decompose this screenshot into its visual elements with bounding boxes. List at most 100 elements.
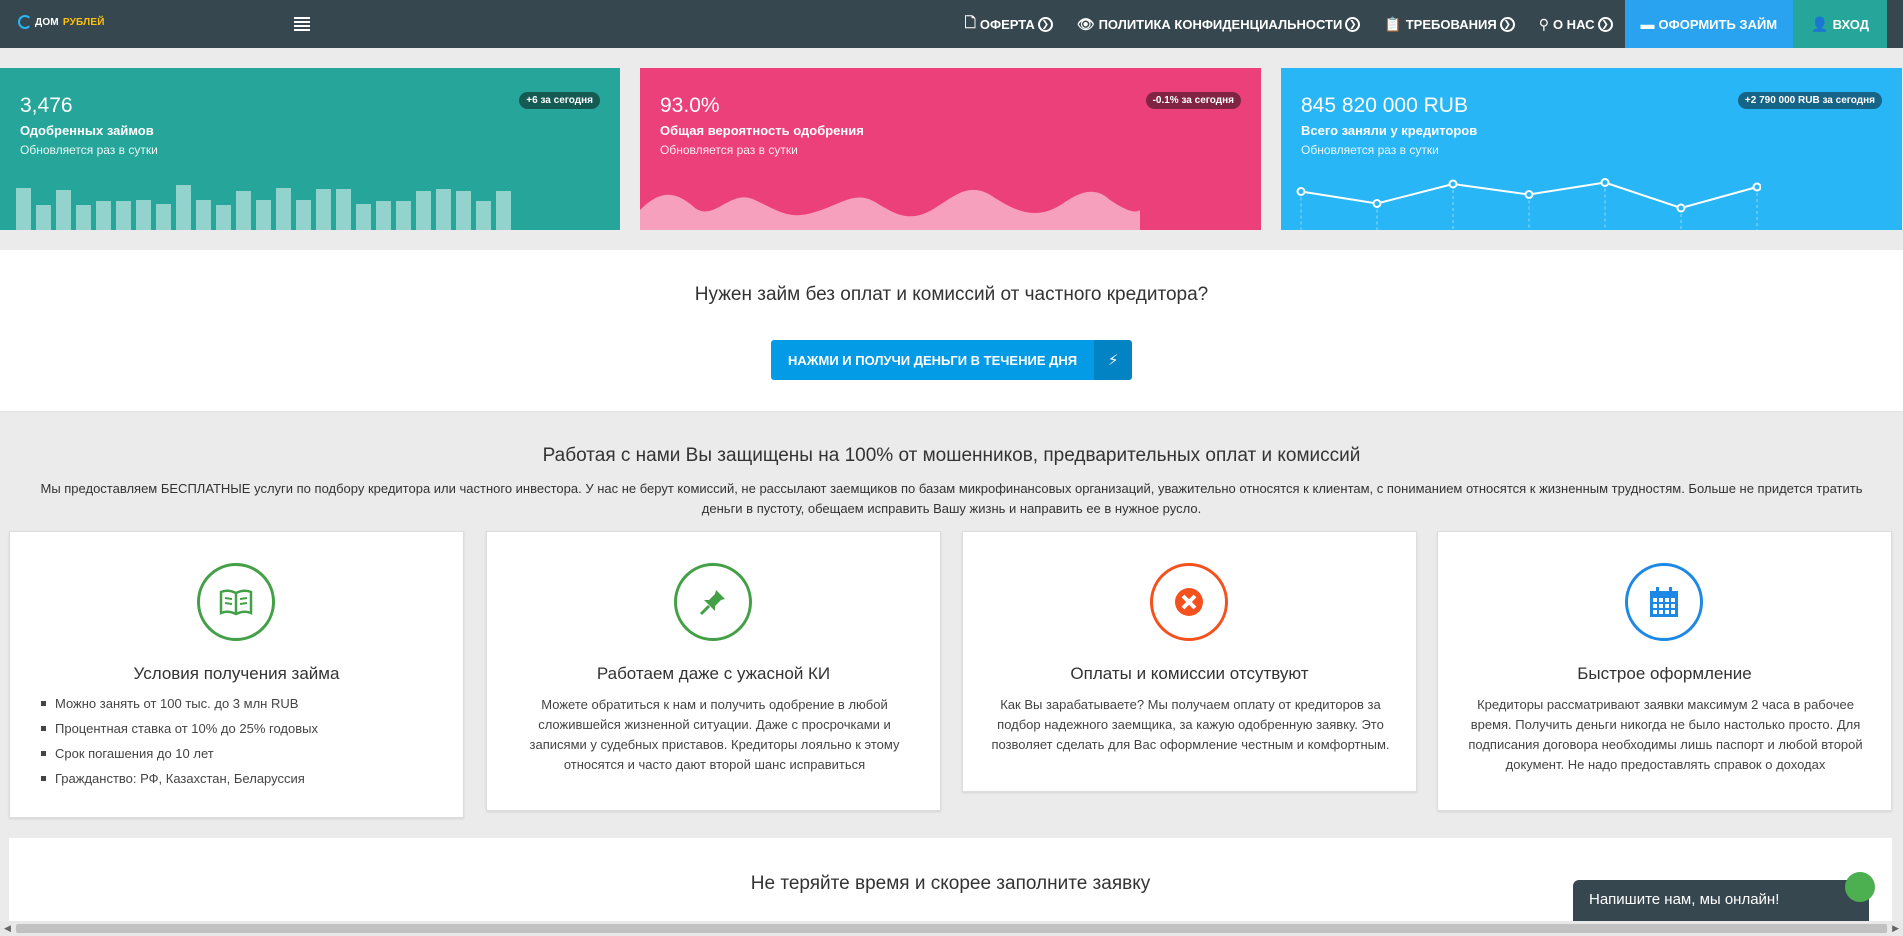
chevron-right-icon: ❯ [1597,16,1613,32]
hamburger-menu-icon[interactable] [294,17,310,31]
scroll-left-icon[interactable]: ◀ [4,923,11,934]
stat-subtext: Обновляется раз в сутки [1301,143,1439,157]
sparkline-bar [336,189,351,230]
sparkline-bar [116,201,131,230]
pushpin-icon [674,563,752,641]
lightning-icon: ⚡ [1094,340,1133,380]
stat-badge: +6 за сегодня [519,92,600,109]
stat-label: Общая вероятность одобрения [660,123,864,138]
sparkline-bar [16,187,31,230]
chevron-right-icon: ❯ [1345,16,1361,32]
nav-privacy[interactable]: 👁 ПОЛИТИКА КОНФИДЕНЦИАЛЬНОСТИ ❯ [1065,0,1373,48]
nav-privacy-label: ПОЛИТИКА КОНФИДЕНЦИАЛЬНОСТИ [1098,16,1343,32]
online-indicator [1845,872,1875,902]
stat-label: Одобренных займов [20,123,154,138]
feature-title: Условия получения займа [133,664,340,683]
sparkline-bar [196,200,211,230]
stat-card-approved: 3,476 Одобренных займов Обновляется раз … [0,68,620,230]
sparkline-bar [156,204,171,230]
apply-loan-button[interactable]: ▬ ОФОРМИТЬ ЗАЙМ [1624,0,1794,48]
apply-loan-label: ОФОРМИТЬ ЗАЙМ [1658,16,1778,32]
feature-card-fast: Быстрое оформление Кредиторы рассматрива… [1437,531,1892,811]
nav-requirements-label: ТРЕБОВАНИЯ [1405,16,1497,32]
sparkline-bar [96,201,111,230]
stat-value: 93.0% [660,94,720,117]
stat-badge: -0.1% за сегодня [1145,92,1241,109]
sparkline-point [1372,199,1382,208]
sparkline-bar [256,200,271,230]
list-item: Гражданство: РФ, Казахстан, Беларуссия [41,771,445,786]
feature-text: Как Вы зарабатываете? Мы получаем оплату… [991,697,1390,752]
feature-card-conditions: Условия получения займа Можно занять от … [9,531,464,818]
feature-title: Оплаты и комиссии отсутвуют [1070,664,1309,683]
chat-widget[interactable]: Напишите нам, мы онлайн! [1573,872,1875,921]
sparkline-bar [456,191,471,230]
brand-part1: ДОМ [35,16,59,28]
feature-title: Работаем даже с ужасной КИ [596,664,831,683]
list-item: Процентная ставка от 10% до 25% годовых [41,721,445,736]
conditions-list: Можно занять от 100 тыс. до 3 млн RUB Пр… [41,696,445,796]
clipboard-icon: 📋 [1384,15,1402,32]
sparkline-point [1524,190,1534,199]
scroll-right-icon[interactable]: ▶ [1892,923,1899,934]
chat-label: Напишите нам, мы онлайн! [1589,891,1780,908]
nav-offer[interactable]: 🗋 ОФЕРТА ❯ [953,0,1065,48]
chevron-right-icon: ❯ [1037,16,1053,32]
sparkline-bar [496,191,511,230]
cta-section: Нужен займ без оплат и комиссий от частн… [0,250,1903,412]
stat-card-total: 845 820 000 RUB Всего заняли у кредиторо… [1281,68,1902,230]
list-item: Можно занять от 100 тыс. до 3 млн RUB [41,696,445,711]
safety-title: Работая с нами Вы защищены на 100% от мо… [542,445,1361,466]
sparkline-bar [176,185,191,230]
sparkline-bar [396,201,411,230]
sparkline-bar [476,201,491,230]
bar-sparkline [16,180,516,230]
stat-value: 845 820 000 RUB [1301,94,1468,117]
sparkline-bar [136,200,151,230]
close-circle-icon [1150,563,1228,641]
brand-logo[interactable]: ДОМ РУБЛЕЙ [18,15,105,29]
nav-offer-label: ОФЕРТА [979,16,1035,32]
sparkline-bar [276,187,291,230]
location-pin-icon: ⚲ [1538,15,1549,32]
sparkline-bar [36,205,51,230]
scrollbar-thumb[interactable] [16,924,1887,933]
nav-about[interactable]: ⚲ О НАС ❯ [1527,0,1625,48]
list-item: Срок погашения до 10 лет [41,746,445,761]
credit-card-icon: ▬ [1640,16,1655,32]
nav-requirements[interactable]: 📋 ТРЕБОВАНИЯ ❯ [1372,0,1526,48]
sparkline-point [1448,179,1458,189]
sparkline-point [1296,187,1306,196]
login-button[interactable]: 👤 ВХОД [1793,0,1887,48]
get-money-button[interactable]: НАЖМИ И ПОЛУЧИ ДЕНЬГИ В ТЕЧЕНИЕ ДНЯ ⚡ [771,340,1133,380]
feature-text: Можете обратиться к нам и получить одобр… [529,697,900,772]
user-lock-icon: 👤 [1811,15,1829,32]
brand-part2: РУБЛЕЙ [62,16,105,28]
sparkline-bar [436,189,451,230]
feature-card-no-fees: Оплаты и комиссии отсутвуют Как Вы зараб… [962,531,1417,792]
safety-text: Мы предоставляем БЕСПЛАТНЫЕ услуги по по… [40,481,1863,516]
wave-sparkline [640,189,1140,230]
sparkline-point [1600,178,1610,187]
stat-value: 3,476 [20,94,73,117]
logo-ring-icon [18,15,32,29]
document-icon: 🗋 [964,14,976,30]
sparkline-bar [416,191,431,230]
stat-subtext: Обновляется раз в сутки [20,143,158,157]
line-sparkline [1296,178,1761,230]
login-label: ВХОД [1832,16,1869,32]
cta-title: Нужен займ без оплат и комиссий от частн… [694,284,1209,305]
calendar-icon [1625,563,1703,641]
feature-title: Быстрое оформление [1577,664,1752,683]
nav-about-label: О НАС [1552,16,1595,32]
sparkline-bar [236,191,251,230]
sparkline-bar [216,205,231,230]
sparkline-point [1752,182,1761,192]
get-money-label: НАЖМИ И ПОЛУЧИ ДЕНЬГИ В ТЕЧЕНИЕ ДНЯ [788,352,1078,368]
nav-menu: 🗋 ОФЕРТА ❯ 👁 ПОЛИТИКА КОНФИДЕНЦИАЛЬНОСТИ… [953,0,1887,48]
horizontal-scrollbar[interactable]: ◀ ▶ [0,921,1903,936]
sparkline-bar [356,204,371,230]
stat-label: Всего заняли у кредиторов [1301,123,1478,138]
book-icon [197,563,275,641]
stat-badge: +2 790 000 RUB за сегодня [1737,92,1882,109]
